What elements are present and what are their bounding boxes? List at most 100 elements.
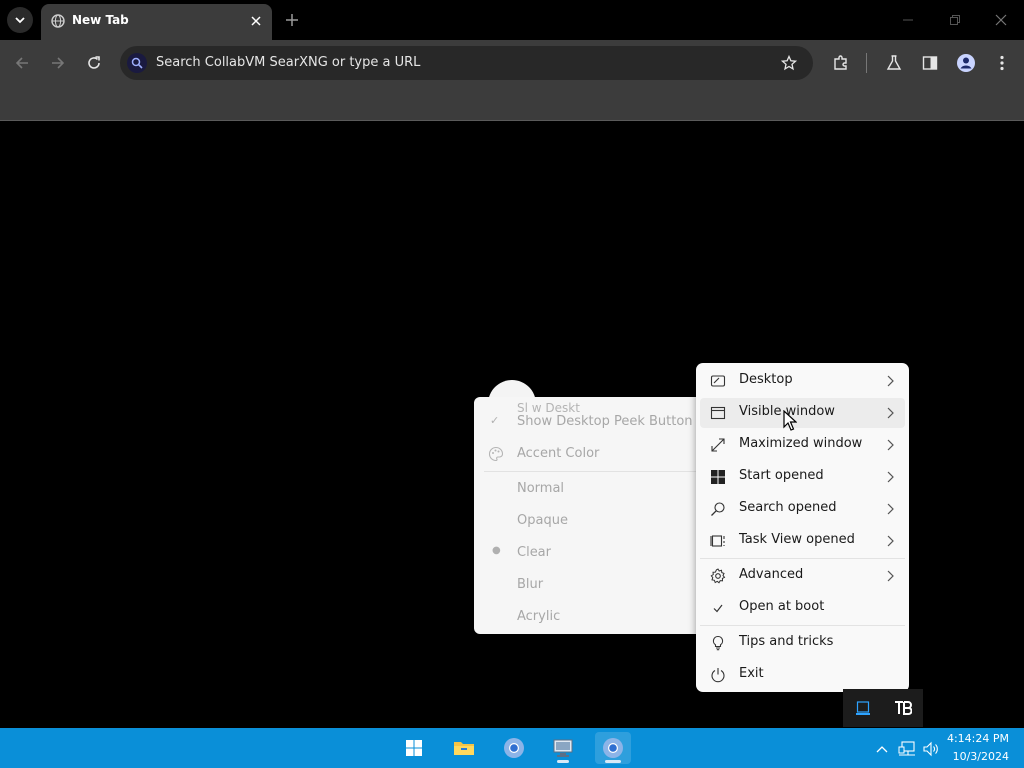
restore-button[interactable]	[937, 6, 973, 34]
taskbar: 4:14:24 PM 10/3/2024	[0, 728, 1024, 768]
search-icon	[131, 57, 143, 69]
check-icon	[710, 600, 726, 616]
profile-button[interactable]	[954, 51, 978, 75]
menu-item-search-opened[interactable]: Search opened	[700, 494, 905, 524]
flask-icon	[886, 55, 902, 70]
menu-separator	[700, 625, 905, 626]
toolbar-divider	[866, 53, 867, 73]
menu-item-label: Maximized window	[739, 436, 863, 451]
menu-item-exit[interactable]: Exit	[700, 660, 905, 690]
bookmark-star-button[interactable]	[779, 53, 799, 73]
back-arrow-icon	[15, 57, 28, 69]
chevron-right-icon	[887, 407, 894, 419]
taskbar-chromium-active[interactable]	[595, 732, 631, 764]
menu-item-open-at-boot[interactable]: Open at boot	[700, 593, 905, 623]
power-icon	[710, 667, 726, 683]
active-indicator	[605, 760, 621, 763]
puzzle-icon	[834, 55, 847, 70]
chevron-right-icon	[887, 375, 894, 387]
menu-item-opaque[interactable]: Opaque	[517, 513, 568, 528]
menu-item-maximized-window[interactable]: Maximized window	[700, 430, 905, 460]
chevron-right-icon	[887, 535, 894, 547]
start-button[interactable]	[396, 732, 432, 764]
menu-item-label: Task View opened	[739, 532, 855, 547]
radio-bullet-icon: ●	[492, 545, 501, 556]
labs-button[interactable]	[882, 51, 906, 75]
tab-search-dropdown-button[interactable]	[7, 7, 33, 33]
tab-close-button[interactable]	[247, 12, 265, 30]
taskbar-chromium[interactable]	[496, 732, 532, 764]
window-icon	[710, 405, 726, 421]
chevron-right-icon	[887, 439, 894, 451]
menu-item-clear[interactable]: Clear	[517, 545, 551, 560]
tray-tb-app-item[interactable]	[893, 698, 913, 718]
menu-item-visible-window[interactable]: Visible window	[700, 398, 905, 428]
chromium-icon	[603, 738, 623, 758]
menu-item-label: Start opened	[739, 468, 824, 483]
menu-item-label: Advanced	[739, 567, 804, 582]
menu-separator	[700, 558, 905, 559]
menu-item-label: Search opened	[739, 500, 837, 515]
tray-overflow-popup	[843, 689, 923, 727]
bookmarks-bar	[0, 86, 1024, 121]
menu-item-blur[interactable]: Blur	[517, 577, 543, 592]
close-icon	[995, 14, 1007, 26]
menu-item-show-desktop-peek[interactable]: Show Desktop Peek Button	[517, 414, 693, 429]
reload-button[interactable]	[82, 51, 106, 75]
windows-logo-icon	[710, 469, 726, 485]
address-bar-placeholder: Search CollabVM SearXNG or type a URL	[156, 55, 421, 70]
volume-button[interactable]	[921, 740, 941, 758]
close-window-button[interactable]	[983, 6, 1019, 34]
menu-item-advanced[interactable]: Advanced	[700, 561, 905, 591]
tray-overflow-button[interactable]	[873, 740, 891, 758]
restore-icon	[950, 15, 960, 25]
menu-item-tips-and-tricks[interactable]: Tips and tricks	[700, 628, 905, 658]
minimize-icon	[903, 19, 913, 21]
minimize-button[interactable]	[890, 6, 926, 34]
forward-arrow-icon	[52, 57, 65, 69]
tab-strip: New Tab	[0, 0, 1024, 40]
menu-separator	[484, 471, 698, 472]
taskbar-file-explorer[interactable]	[446, 732, 482, 764]
context-menu-secondary: Sl w Deskt ✓ Show Desktop Peek Button Ac…	[474, 397, 700, 634]
menu-item-task-view-opened[interactable]: Task View opened	[700, 526, 905, 556]
browser-menu-button[interactable]	[990, 51, 1014, 75]
menu-item-desktop[interactable]: Desktop	[700, 366, 905, 396]
browser-toolbar: Search CollabVM SearXNG or type a URL	[0, 40, 1024, 86]
back-button[interactable]	[10, 51, 34, 75]
chevron-up-icon	[876, 746, 888, 753]
remote-desktop-icon	[553, 739, 573, 757]
side-panel-button[interactable]	[918, 51, 942, 75]
forward-button[interactable]	[46, 51, 70, 75]
clock-time[interactable]: 4:14:24 PM	[947, 732, 1009, 745]
check-icon: ✓	[490, 414, 500, 427]
menu-item-normal[interactable]: Normal	[517, 481, 564, 496]
clock-date[interactable]: 10/3/2024	[953, 750, 1009, 763]
menu-item-accent-color[interactable]: Accent Color	[517, 446, 599, 461]
network-button[interactable]	[897, 740, 917, 758]
new-tab-button[interactable]	[282, 10, 302, 30]
mouse-cursor-icon	[783, 410, 797, 431]
lightbulb-icon	[710, 635, 726, 651]
menu-item-label: Open at boot	[739, 599, 825, 614]
tray-translucenttb-item[interactable]	[853, 698, 873, 718]
task-view-icon	[710, 533, 726, 549]
search-engine-icon	[127, 53, 147, 73]
translucent-taskbar-icon	[856, 701, 870, 715]
taskbar-remote-desktop[interactable]	[545, 732, 581, 764]
search-icon	[710, 501, 726, 517]
menu-item-acrylic[interactable]: Acrylic	[517, 609, 560, 624]
desktop-icon	[710, 373, 726, 389]
chevron-right-icon	[887, 471, 894, 483]
chromium-icon	[504, 738, 524, 758]
plus-icon	[286, 14, 298, 26]
windows-logo-icon	[406, 740, 422, 756]
more-vertical-icon	[1000, 55, 1004, 71]
browser-tab[interactable]: New Tab	[41, 4, 272, 40]
gear-icon	[710, 568, 726, 584]
address-bar[interactable]: Search CollabVM SearXNG or type a URL	[120, 46, 813, 80]
folder-icon	[454, 742, 474, 755]
extensions-button[interactable]	[829, 51, 853, 75]
menu-item-start-opened[interactable]: Start opened	[700, 462, 905, 492]
menu-ghost-text: Sl w Deskt	[517, 401, 580, 415]
